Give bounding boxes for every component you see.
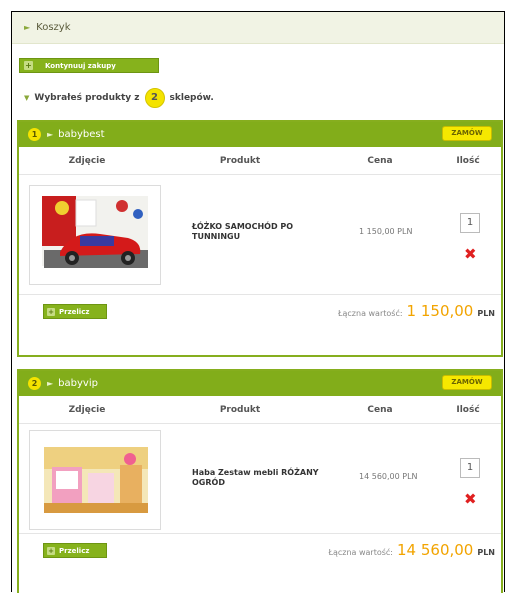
breadcrumb-label[interactable]: Koszyk — [36, 22, 70, 33]
info-prefix: Wybrałeś produkty z — [34, 93, 140, 103]
arrow-right-icon: ► — [47, 130, 54, 139]
shop-name[interactable]: babybest — [58, 129, 104, 140]
product-image[interactable] — [29, 185, 161, 285]
col-qty: Ilość — [456, 155, 480, 166]
shop-number-badge: 1 — [28, 128, 41, 141]
quantity-input[interactable]: 1 — [460, 458, 480, 478]
arrow-right-icon: ► — [24, 23, 31, 32]
plus-icon: + — [47, 546, 55, 555]
shop-count-badge: 2 — [144, 88, 165, 108]
total-currency: PLN — [477, 309, 495, 318]
shop-header: 1 ► babybest ZAMÓW — [19, 122, 501, 147]
product-price: 1 150,00 PLN — [359, 227, 413, 236]
plus-icon: + — [47, 307, 55, 316]
continue-shopping-label: Kontynuuj zakupy — [45, 61, 116, 70]
col-photo: Zdjęcie — [68, 155, 106, 166]
shop-count-info: ▼ Wybrałeś produkty z 2 sklepów. — [24, 87, 214, 109]
table-header: Zdjęcie Produkt Cena Ilość — [19, 147, 501, 175]
product-name[interactable]: Haba Zestaw mebli RÓŻANY OGRÓD — [192, 468, 332, 488]
order-button[interactable]: ZAMÓW — [442, 375, 492, 390]
quantity-input[interactable]: 1 — [460, 213, 480, 233]
total-value: Łączna wartość: 14 560,00 PLN — [328, 541, 495, 559]
recalculate-label: Przelicz — [59, 546, 90, 555]
total-amount: 1 150,00 — [406, 302, 474, 320]
col-product: Produkt — [219, 404, 261, 415]
product-name[interactable]: ŁÓŻKO SAMOCHÓD PO TUNNINGU — [192, 222, 332, 242]
plus-icon: + — [24, 61, 33, 70]
recalculate-label: Przelicz — [59, 307, 90, 316]
arrow-down-icon: ▼ — [24, 94, 30, 102]
recalculate-button[interactable]: + Przelicz — [43, 543, 107, 558]
product-image[interactable] — [29, 430, 161, 530]
shop-name[interactable]: babyvip — [58, 378, 98, 389]
total-label: Łączna wartość: — [338, 309, 403, 318]
arrow-right-icon: ► — [47, 379, 54, 388]
table-header: Zdjęcie Produkt Cena Ilość — [19, 396, 501, 424]
breadcrumb: ► Koszyk — [12, 12, 504, 44]
col-product: Produkt — [219, 155, 261, 166]
total-value: Łączna wartość: 1 150,00 PLN — [338, 302, 495, 320]
total-currency: PLN — [477, 548, 495, 557]
product-price: 14 560,00 PLN — [359, 472, 418, 481]
col-price: Cena — [367, 404, 393, 415]
cart-row: Haba Zestaw mebli RÓŻANY OGRÓD 14 560,00… — [19, 424, 501, 534]
col-qty: Ilość — [456, 404, 480, 415]
order-button[interactable]: ZAMÓW — [442, 126, 492, 141]
col-photo: Zdjęcie — [68, 404, 106, 415]
info-suffix: sklepów. — [169, 93, 214, 103]
recalculate-button[interactable]: + Przelicz — [43, 304, 107, 319]
shop-section-babybest: 1 ► babybest ZAMÓW Zdjęcie Produkt Cena … — [17, 120, 503, 357]
total-amount: 14 560,00 — [397, 541, 474, 559]
shop-section-babyvip: 2 ► babyvip ZAMÓW Zdjęcie Produkt Cena I… — [17, 369, 503, 593]
total-label: Łączna wartość: — [328, 548, 393, 557]
col-price: Cena — [367, 155, 393, 166]
cart-panel: ► Koszyk + Kontynuuj zakupy ▼ Wybrałeś p… — [11, 11, 505, 593]
shop-number-badge: 2 — [28, 377, 41, 390]
continue-shopping-button[interactable]: + Kontynuuj zakupy — [19, 58, 159, 73]
cart-row: ŁÓŻKO SAMOCHÓD PO TUNNINGU 1 150,00 PLN … — [19, 175, 501, 295]
shop-footer: + Przelicz Łączna wartość: 14 560,00 PLN — [19, 534, 501, 568]
shop-header: 2 ► babyvip ZAMÓW — [19, 371, 501, 396]
delete-x-icon[interactable]: ✖ — [464, 247, 477, 262]
delete-x-icon[interactable]: ✖ — [464, 492, 477, 507]
shop-footer: + Przelicz Łączna wartość: 1 150,00 PLN — [19, 295, 501, 329]
